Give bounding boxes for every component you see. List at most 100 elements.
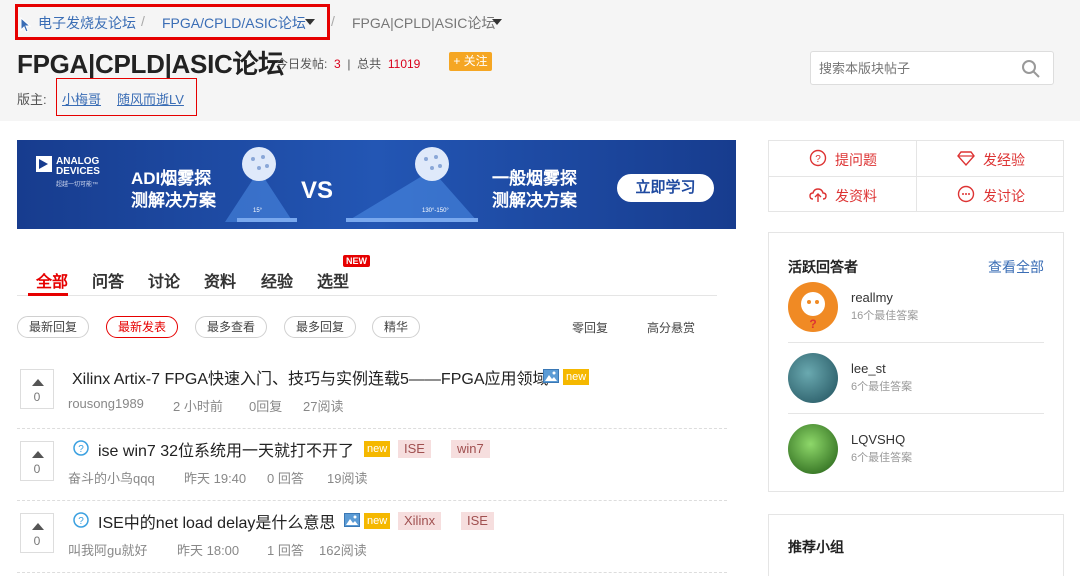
breadcrumb-current[interactable]: FPGA|CPLD|ASIC论坛 xyxy=(352,13,495,33)
post-actions-panel: ? 提问题 发经验 发资料 发讨论 xyxy=(768,140,1064,212)
upvote-arrow-icon[interactable] xyxy=(32,523,44,530)
answerer-name[interactable]: LQVSHQ xyxy=(851,432,905,447)
breadcrumb-home[interactable]: 电子发烧友论坛 xyxy=(38,13,136,33)
post-row[interactable]: 0 ? ISE中的net load delay是什么意思 new Xilinx … xyxy=(17,503,727,573)
divider xyxy=(17,428,727,429)
today-posts-stat: 今日发帖: 3 | 总共 11019 xyxy=(276,57,421,71)
question-icon: ? xyxy=(73,440,89,456)
image-icon xyxy=(543,369,559,383)
post-author[interactable]: 奋斗的小鸟qqq xyxy=(68,468,155,487)
category-tabs: 全部 问答 讨论 资料 经验 选型 NEW xyxy=(17,255,717,296)
post-time: 昨天 18:00 xyxy=(177,543,240,558)
learn-now-button[interactable]: 立即学习 xyxy=(617,174,714,202)
filter-zero-reply[interactable]: 零回复 xyxy=(572,319,608,336)
search-icon[interactable] xyxy=(1021,59,1041,79)
answerer-name[interactable]: lee_st xyxy=(851,361,886,376)
ask-question-button[interactable]: ? 提问题 xyxy=(769,141,916,176)
post-replies: 0 回答 xyxy=(267,471,304,486)
topic-tag[interactable]: ISE xyxy=(398,440,431,458)
upvote-arrow-icon[interactable] xyxy=(32,379,44,386)
filter-latest-reply[interactable]: 最新回复 xyxy=(17,316,89,338)
search-box[interactable] xyxy=(810,51,1054,85)
svg-text:?: ? xyxy=(809,317,816,331)
share-experience-button[interactable]: 发经验 xyxy=(917,141,1064,176)
new-tag: new xyxy=(563,369,590,385)
tab-questions[interactable]: 问答 xyxy=(92,268,124,292)
filter-featured[interactable]: 精华 xyxy=(372,316,420,338)
avatar[interactable]: ? xyxy=(788,282,838,332)
share-resource-button[interactable]: 发资料 xyxy=(769,177,916,212)
filter-latest-post[interactable]: 最新发表 xyxy=(106,316,178,338)
vote-box[interactable]: 0 xyxy=(20,513,54,553)
divider xyxy=(17,500,727,501)
avatar[interactable] xyxy=(788,424,838,474)
topic-tag[interactable]: Xilinx xyxy=(398,512,442,530)
answerer-item[interactable]: LQVSHQ 6个最佳答案 xyxy=(788,424,1044,494)
post-replies: 1 回答 xyxy=(267,543,304,558)
post-title[interactable]: ise win7 32位系统用一天就打不开了 xyxy=(98,437,354,461)
post-views: 27阅读 xyxy=(303,399,344,414)
svg-text:130°-150°: 130°-150° xyxy=(422,208,449,214)
new-tag: new xyxy=(364,513,391,529)
banner-right-text: 一般烟雾探 测解决方案 xyxy=(492,169,577,210)
follow-button[interactable]: + 关注 xyxy=(449,52,492,71)
chevron-down-icon[interactable] xyxy=(305,19,315,25)
topic-tag[interactable]: win7 xyxy=(451,440,490,458)
post-views: 19阅读 xyxy=(327,471,368,486)
mouse-cursor-icon xyxy=(20,17,32,33)
chevron-down-icon[interactable] xyxy=(492,19,502,25)
topic-tag[interactable]: ISE xyxy=(461,512,494,530)
search-input[interactable] xyxy=(819,59,1009,77)
banner-logo-name: ANALOG DEVICES xyxy=(56,156,100,177)
active-tab-indicator xyxy=(28,293,68,296)
smoke-detector-illustration-icon: 130°-150° xyxy=(346,147,478,222)
vote-box[interactable]: 0 xyxy=(20,369,54,409)
breadcrumb-category[interactable]: FPGA/CPLD/ASIC论坛 xyxy=(162,13,306,33)
panel-title: 推荐小组 xyxy=(788,539,844,555)
filter-most-replied[interactable]: 最多回复 xyxy=(284,316,356,338)
avatar[interactable] xyxy=(788,353,838,403)
analog-devices-logo-icon xyxy=(36,156,52,172)
vote-box[interactable]: 0 xyxy=(20,441,54,481)
tab-all[interactable]: 全部 xyxy=(36,268,68,292)
post-author[interactable]: rousong1989 xyxy=(68,396,144,411)
cloud-upload-icon xyxy=(809,188,827,202)
breadcrumb-separator: / xyxy=(141,13,145,29)
recommended-groups-panel: 推荐小组 xyxy=(768,514,1064,576)
banner-logo-slogan: 超越一切可能™ xyxy=(56,182,99,188)
filter-bounty[interactable]: 高分悬赏 xyxy=(647,319,695,336)
post-replies: 0回复 xyxy=(249,399,283,414)
answerer-best-count: 16个最佳答案 xyxy=(851,310,919,322)
tab-selection[interactable]: 选型 xyxy=(317,268,349,292)
active-answerers-panel: 活跃回答者 查看全部 ? reallmy 16个最佳答案 lee_st 6个最佳… xyxy=(768,232,1064,492)
moderator-link[interactable]: 随风而逝LV xyxy=(117,89,184,108)
moderator-link[interactable]: 小梅哥 xyxy=(62,89,101,108)
tab-resources[interactable]: 资料 xyxy=(204,268,236,292)
chat-bubble-icon xyxy=(957,185,975,203)
start-discussion-button[interactable]: 发讨论 xyxy=(917,177,1064,212)
page-title: FPGA|CPLD|ASIC论坛 xyxy=(17,49,284,79)
post-time: 昨天 19:40 xyxy=(184,471,247,486)
post-title[interactable]: Xilinx Artix-7 FPGA快速入门、技巧与实例连载5——FPGA应用… xyxy=(72,365,549,389)
divider xyxy=(788,413,1044,414)
tab-experience[interactable]: 经验 xyxy=(261,268,293,292)
svg-text:?: ? xyxy=(78,444,84,455)
divider xyxy=(788,342,1044,343)
answerer-name[interactable]: reallmy xyxy=(851,290,893,305)
tab-discussion[interactable]: 讨论 xyxy=(148,268,180,292)
view-all-link[interactable]: 查看全部 xyxy=(988,257,1044,277)
ad-banner[interactable]: ANALOG DEVICES 超越一切可能™ ADI烟雾探 测解决方案 15° VS… xyxy=(17,140,736,229)
svg-text:?: ? xyxy=(815,154,821,165)
post-title[interactable]: ISE中的net load delay是什么意思 xyxy=(98,509,335,533)
upvote-arrow-icon[interactable] xyxy=(32,451,44,458)
image-icon xyxy=(344,513,360,527)
diamond-icon xyxy=(957,151,975,167)
answerer-best-count: 6个最佳答案 xyxy=(851,381,913,393)
post-row[interactable]: 0 ? ise win7 32位系统用一天就打不开了 new ISE win7 … xyxy=(17,431,727,501)
filter-most-viewed[interactable]: 最多查看 xyxy=(195,316,267,338)
svg-text:?: ? xyxy=(78,516,84,527)
post-row[interactable]: 0 Xilinx Artix-7 FPGA快速入门、技巧与实例连载5——FPGA… xyxy=(17,359,727,429)
vote-count: 0 xyxy=(33,462,41,476)
divider xyxy=(17,572,727,573)
post-author[interactable]: 叫我阿gu就好 xyxy=(68,540,147,559)
